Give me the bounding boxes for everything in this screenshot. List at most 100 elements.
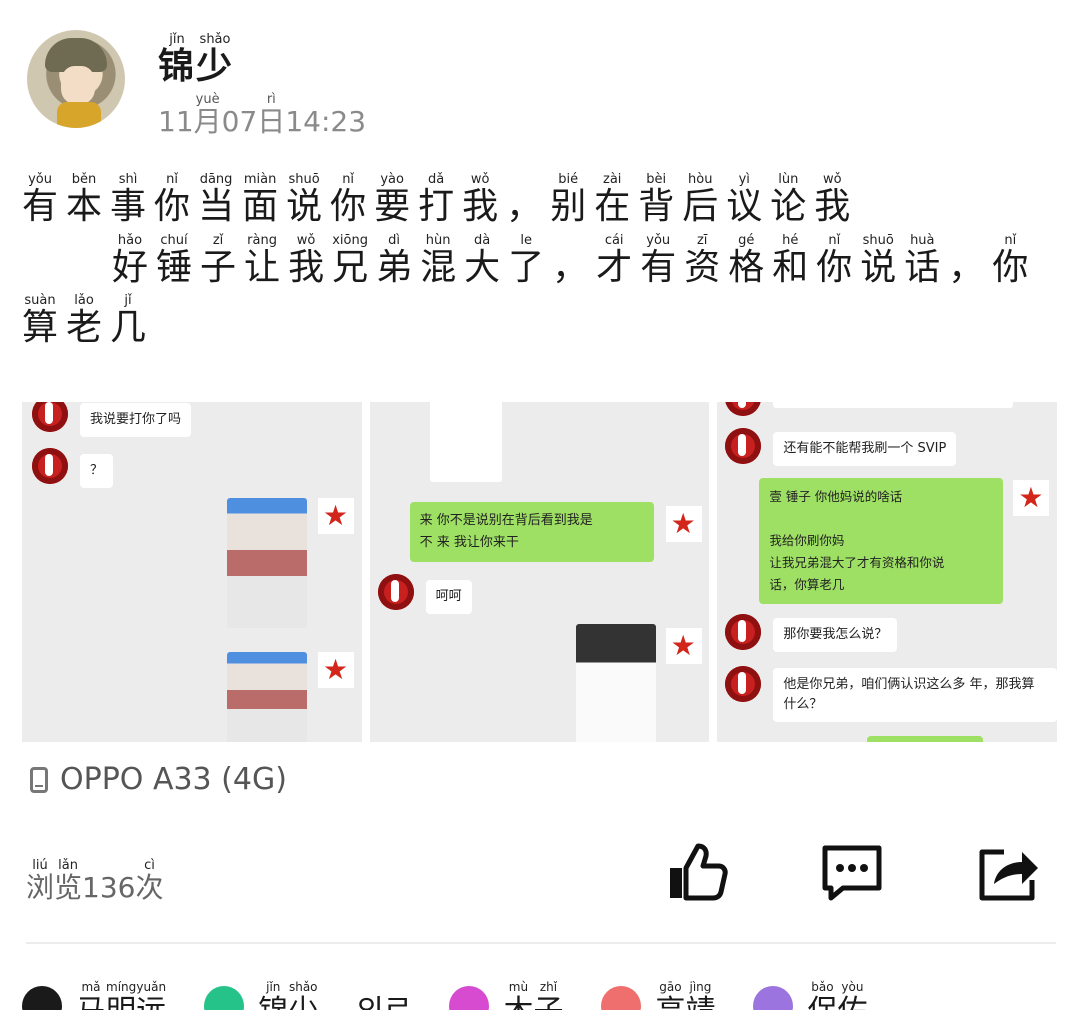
hanzi: 14:23 (285, 105, 367, 138)
chat-bubble (773, 402, 1014, 408)
avatar-face (61, 66, 95, 104)
ruby-char: lǎn 览 (54, 858, 82, 904)
hanzi: 明 (106, 995, 136, 1010)
pinyin (568, 233, 572, 248)
pinyin: wǒ (470, 172, 490, 187)
hanzi: 你 (330, 186, 367, 227)
view-count-unit: cì 次 (135, 858, 163, 904)
ruby-char: zhǐ子 (533, 980, 563, 1010)
like-button[interactable] (664, 840, 728, 904)
pinyin: bǎo (811, 980, 834, 994)
hanzi: 兄 (332, 246, 369, 288)
ruby-char: shuō 说 (860, 233, 896, 288)
hanzi: 算 (22, 307, 59, 349)
reaction-user-name: mù木zhǐ子 (503, 980, 563, 1010)
hanzi: 老 (66, 307, 103, 349)
post-image-1[interactable]: 我说要打你了吗 ？ (22, 402, 362, 742)
view-count-label: liú 浏 lǎn 览 (26, 858, 82, 904)
ruby-char: ， (506, 172, 542, 227)
ruby-char: shǎo少 (196, 32, 234, 87)
violet-avatar-icon (753, 986, 794, 1010)
pinyin: dǎ (428, 172, 445, 187)
hanzi: 少 (196, 45, 235, 87)
pinyin: gé (738, 232, 755, 248)
hanzi: 07 (221, 105, 258, 138)
hanzi: ， (552, 246, 589, 288)
pinyin: lùn (778, 172, 799, 187)
hanzi: 子 (200, 246, 237, 288)
pinyin: cái (604, 232, 624, 248)
ruby-char: liú 浏 (26, 858, 54, 904)
pinyin: shuō (288, 172, 320, 187)
pinyin: lǎo (74, 293, 94, 309)
ruby-char: wǒ 我 (288, 233, 324, 288)
pinyin: yào (380, 172, 404, 187)
pinyin: yòu (841, 980, 864, 994)
ruby-char: hùn 混 (420, 233, 456, 288)
hanzi: 我 (462, 186, 499, 227)
hanzi: 才 (596, 246, 633, 288)
ruby-char: 07 (222, 92, 258, 138)
author-avatar[interactable] (27, 30, 125, 128)
hanzi: 高 (655, 995, 685, 1010)
ruby-char: yuǎn远 (136, 980, 166, 1010)
hanzi: 锦 (258, 995, 288, 1010)
hanzi: 弟 (376, 246, 413, 288)
ruby-char: wǒ 我 (814, 172, 850, 227)
ruby-char: hòu 后 (682, 172, 718, 227)
ruby-char: zī 资 (684, 233, 720, 288)
device-info: OPPO A33 (4G) (30, 762, 287, 797)
reaction-user-name: jǐn锦shǎo少 (258, 980, 318, 1010)
ruby-char: běn 本 (66, 172, 102, 227)
reaction-item[interactable]: gāo高jìng靖 (601, 980, 715, 1010)
hanzi: 靖 (685, 995, 715, 1010)
reaction-user-name: mǎ马míng明yuǎn远 (76, 980, 166, 1010)
hanzi: 后 (682, 186, 719, 227)
post-time: 11 yuè 月 07 rì 日 14:23 (158, 92, 366, 138)
green-avatar-icon (204, 986, 245, 1010)
ruby-char: cái 才 (596, 233, 632, 288)
share-icon (979, 849, 1038, 901)
hanzi: 我 (288, 246, 325, 288)
reaction-item[interactable]: bǎo保yòu佑 (753, 980, 867, 1010)
ruby-char: bǎo保 (807, 980, 837, 1010)
ruby-char: ， (948, 233, 984, 288)
post-text-line-1: yǒu 有 běn 本 shì 事 nǐ 你 dāng 当 miàn 面 shuō 说 nǐ 你 yào 要 dǎ 打… (22, 172, 1062, 227)
thumbs-up-icon (670, 843, 728, 901)
post-image-2[interactable]: 来 你不是说别在背后看到我是 不 来 我让你来干 呵呵 (369, 402, 710, 742)
chat-bubble: 还有能不能帮我刷一个 SVIP (773, 432, 957, 466)
ruby-char: xiōng 兄 (332, 233, 368, 288)
post-image-3[interactable]: 还有能不能帮我刷一个 SVIP 壹 锤子 你他妈说的啥话 我给你刷你妈 让我兄弟… (717, 402, 1058, 742)
hanzi: 月 (193, 105, 222, 138)
ruby-char: yì 议 (726, 172, 762, 227)
contact-avatar (32, 448, 68, 484)
share-button[interactable] (976, 840, 1040, 904)
pinyin: yǒu (28, 172, 52, 187)
pinyin: hǎo (117, 232, 143, 248)
ruby-char: dà 大 (464, 233, 500, 288)
pinyin: shì (118, 172, 138, 187)
phone-icon (30, 766, 48, 793)
reaction-item[interactable]: mǎ马míng明yuǎn远 (22, 980, 166, 1010)
reaction-item[interactable]: jǐn锦shǎo少 (204, 980, 318, 1010)
comment-button[interactable] (820, 840, 884, 904)
post-text-line-3: suàn 算 lǎo 老 jǐ 几 (22, 293, 1062, 348)
ruby-char: cì 次 (135, 858, 163, 904)
chat-bubble: 呵呵 (425, 580, 472, 614)
hanzi: 格 (728, 246, 765, 288)
hanzi: 要 (374, 186, 411, 227)
hanzi: 외르 (356, 995, 411, 1010)
reaction-item[interactable]: 외르 (356, 980, 411, 1010)
ruby-char: yuè 月 (194, 92, 222, 138)
pinyin: hòu (688, 172, 713, 187)
chat-image (227, 652, 307, 742)
reaction-item[interactable]: mù木zhǐ子 (449, 980, 563, 1010)
ruby-char: jǐ 几 (110, 293, 146, 348)
hanzi: 你 (992, 246, 1029, 288)
hanzi: 11 (158, 105, 194, 138)
hanzi: 远 (136, 995, 166, 1010)
author-name[interactable]: jǐn 锦 shǎo 少 (158, 32, 234, 87)
ruby-char: hé 和 (772, 233, 808, 288)
ruby-char: hǎo 好 (112, 233, 148, 288)
pinyin (964, 233, 968, 248)
